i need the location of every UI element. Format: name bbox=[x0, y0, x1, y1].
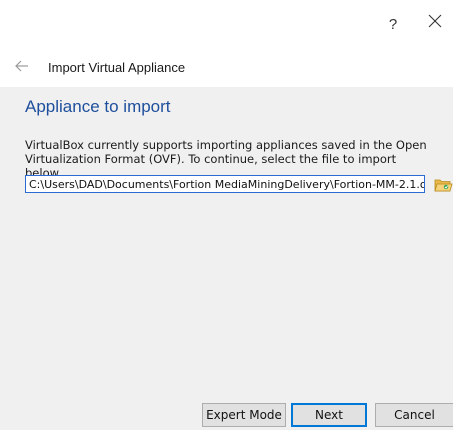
button-bar: Expert Mode Next Cancel bbox=[0, 397, 453, 430]
folder-open-icon bbox=[434, 179, 453, 192]
cancel-button[interactable]: Cancel bbox=[375, 403, 453, 427]
browse-file-button[interactable] bbox=[434, 176, 453, 193]
next-button[interactable]: Next bbox=[291, 403, 367, 427]
close-icon bbox=[428, 14, 442, 28]
close-button[interactable] bbox=[428, 14, 450, 36]
help-button[interactable]: ? bbox=[382, 14, 404, 36]
title-bar: ? bbox=[0, 0, 453, 46]
wizard-header: Import Virtual Appliance bbox=[0, 56, 453, 80]
back-button[interactable] bbox=[14, 58, 32, 76]
page-description: VirtualBox currently supports importing … bbox=[25, 138, 427, 180]
expert-mode-button[interactable]: Expert Mode bbox=[202, 403, 286, 427]
page-title: Appliance to import bbox=[25, 97, 171, 116]
wizard-page: Appliance to import VirtualBox currently… bbox=[0, 87, 453, 397]
wizard-title: Import Virtual Appliance bbox=[48, 60, 186, 75]
help-icon: ? bbox=[388, 16, 398, 33]
file-path-input[interactable]: C:\Users\DAD\Documents\Fortion MediaMini… bbox=[25, 175, 425, 193]
back-arrow-icon bbox=[15, 60, 28, 72]
